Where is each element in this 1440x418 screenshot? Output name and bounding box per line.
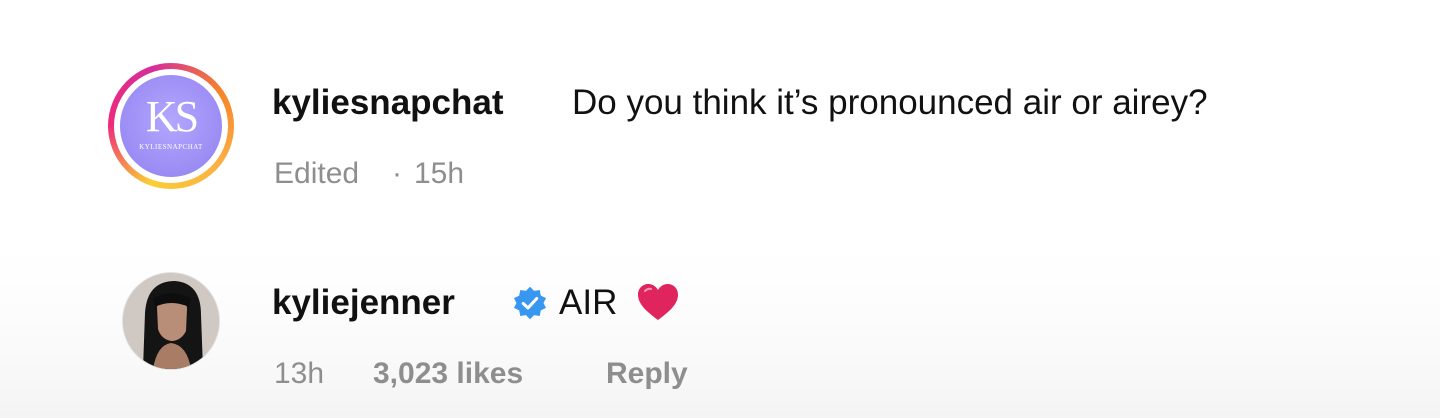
profile-photo-icon [123, 273, 219, 369]
avatar-subtext: KYLIESNAPCHAT [139, 143, 203, 151]
likes-count[interactable]: 3,023 likes [373, 357, 523, 391]
profile-photo[interactable] [122, 272, 220, 370]
comment-username[interactable]: kyliesnapchat [272, 83, 504, 123]
comment-time[interactable]: 13h [274, 357, 324, 391]
comment-time[interactable]: 15h [414, 157, 464, 191]
verified-badge-icon [513, 286, 547, 320]
heart-icon [638, 284, 678, 320]
avatar-monogram: KS [145, 92, 199, 141]
ks-logo-avatar[interactable]: KS KYLIESNAPCHAT [120, 75, 222, 177]
comment-text: AIR [559, 283, 618, 322]
reply-button[interactable]: Reply [606, 357, 688, 391]
comment-text: Do you think it’s pronounced air or aire… [572, 83, 1208, 122]
story-ring[interactable]: KS KYLIESNAPCHAT [108, 63, 234, 189]
comment-username[interactable]: kyliejenner [272, 283, 455, 323]
avatar-gap: KS KYLIESNAPCHAT [114, 69, 228, 183]
edited-label: Edited [274, 157, 360, 190]
meta-separator: · [392, 157, 402, 190]
